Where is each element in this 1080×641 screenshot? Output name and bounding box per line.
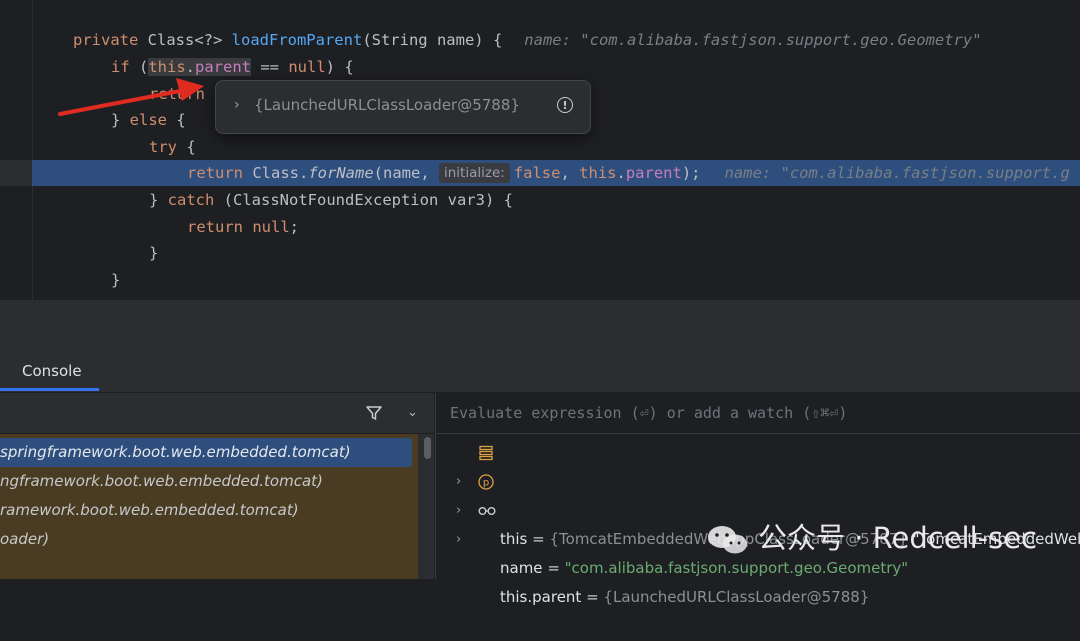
- parameter-icon: p: [478, 474, 494, 490]
- field-parent: parent: [625, 164, 682, 182]
- code-editor[interactable]: private Class<?> loadFromParent(String n…: [0, 0, 1080, 300]
- tab-console[interactable]: Console: [22, 362, 82, 380]
- info-warning-icon[interactable]: !: [557, 97, 573, 113]
- code-text: ) {: [325, 58, 354, 76]
- brace: }: [149, 244, 159, 262]
- code-line-7: } catch (ClassNotFoundException var3) {: [149, 187, 513, 214]
- panel-gap: [0, 300, 1080, 350]
- code-line-10: }: [111, 267, 120, 294]
- variable-name: this: [500, 530, 528, 548]
- filter-icon[interactable]: [365, 404, 383, 422]
- class-ref: Class.: [252, 164, 309, 182]
- frame-list: springframework.boot.web.embedded.tomcat…: [0, 434, 418, 579]
- frames-panel: ⌄ springframework.boot.web.embedded.tomc…: [0, 393, 434, 579]
- keyword-try: try: [149, 138, 177, 156]
- keyword-this: this: [579, 164, 617, 182]
- keyword-return: return: [187, 218, 253, 236]
- debug-tabbar: Console: [0, 350, 1080, 393]
- frame-item[interactable]: ramework.boot.web.embedded.tomcat): [0, 496, 299, 525]
- variable-name: this.parent: [500, 588, 582, 606]
- chevron-down-icon[interactable]: ⌄: [407, 405, 418, 420]
- variable-row-this[interactable]: › this = {TomcatEmbeddedWebappClassLoade…: [436, 438, 1080, 548]
- variable-string-value: "com.alibaba.fastjson.support.geo.Geomet…: [564, 559, 909, 577]
- frames-scrollbar-thumb[interactable]: [424, 437, 431, 459]
- execution-line-gutter: [0, 160, 32, 186]
- expand-chevron-icon[interactable]: ›: [456, 525, 461, 554]
- debug-value-popup[interactable]: › {LaunchedURLClassLoader@5788} !: [215, 80, 591, 134]
- static-method: forName: [308, 164, 374, 182]
- method-params: (String name) {: [362, 31, 503, 49]
- code-line-6-current: return Class.forName(name, initialize: fa…: [187, 160, 1070, 186]
- code-text: );: [681, 164, 701, 182]
- watermark: 公众号 · Redcell-sec: [708, 518, 1037, 558]
- variable-entry: this.parent = {LaunchedURLClassLoader@57…: [500, 583, 869, 612]
- frame-item[interactable]: springframework.boot.web.embedded.tomcat…: [0, 438, 412, 467]
- code-line-8: return null;: [187, 214, 299, 241]
- code-line-5: try {: [149, 134, 196, 161]
- inline-debug-value: name: "com.alibaba.fastjson.support.geo.…: [524, 31, 982, 49]
- watermark-text: 公众号 · Redcell-sec: [758, 521, 1038, 555]
- field-icon: [479, 445, 493, 461]
- variable-name: name: [500, 559, 543, 577]
- parameter-name-hint: initialize:: [438, 163, 510, 183]
- frames-toolbar: ⌄: [0, 393, 434, 434]
- code-text: (ClassNotFoundException var3) {: [214, 191, 513, 209]
- brace: }: [111, 271, 121, 289]
- dot: .: [616, 164, 626, 182]
- red-arrow-annotation: [58, 78, 204, 116]
- popup-value: {LaunchedURLClassLoader@5788}: [254, 96, 520, 114]
- args: (name,: [373, 164, 439, 182]
- evaluate-expression-input[interactable]: Evaluate expression (⏎) or add a watch (…: [450, 404, 847, 422]
- evaluate-expression-bar[interactable]: Evaluate expression (⏎) or add a watch (…: [436, 393, 1080, 434]
- svg-text:p: p: [483, 478, 489, 489]
- keyword-null: null: [288, 58, 326, 76]
- equals: =: [527, 530, 550, 548]
- keyword-return: return: [187, 164, 253, 182]
- code-text: ;: [289, 218, 299, 236]
- watch-icon: [478, 506, 496, 515]
- wechat-logo-icon: [708, 526, 747, 554]
- equals: =: [542, 559, 565, 577]
- brace: }: [149, 191, 168, 209]
- inline-debug-value: name: "com.alibaba.fastjson.support.g: [724, 164, 1070, 182]
- keyword-null: null: [252, 218, 290, 236]
- frame-item[interactable]: ngframework.boot.web.embedded.tomcat): [0, 467, 323, 496]
- comma: ,: [560, 164, 580, 182]
- keyword-catch: catch: [167, 191, 215, 209]
- keyword-false: false: [513, 164, 561, 182]
- frame-item[interactable]: oader): [0, 525, 49, 554]
- brace: {: [177, 138, 196, 156]
- active-tab-indicator: [0, 388, 99, 391]
- variable-row-name[interactable]: › p name = "com.alibaba.fastjson.support…: [436, 467, 1080, 577]
- equals: =: [581, 588, 604, 606]
- code-line-9: }: [149, 240, 158, 267]
- variable-ref: {LaunchedURLClassLoader@5788}: [603, 588, 870, 606]
